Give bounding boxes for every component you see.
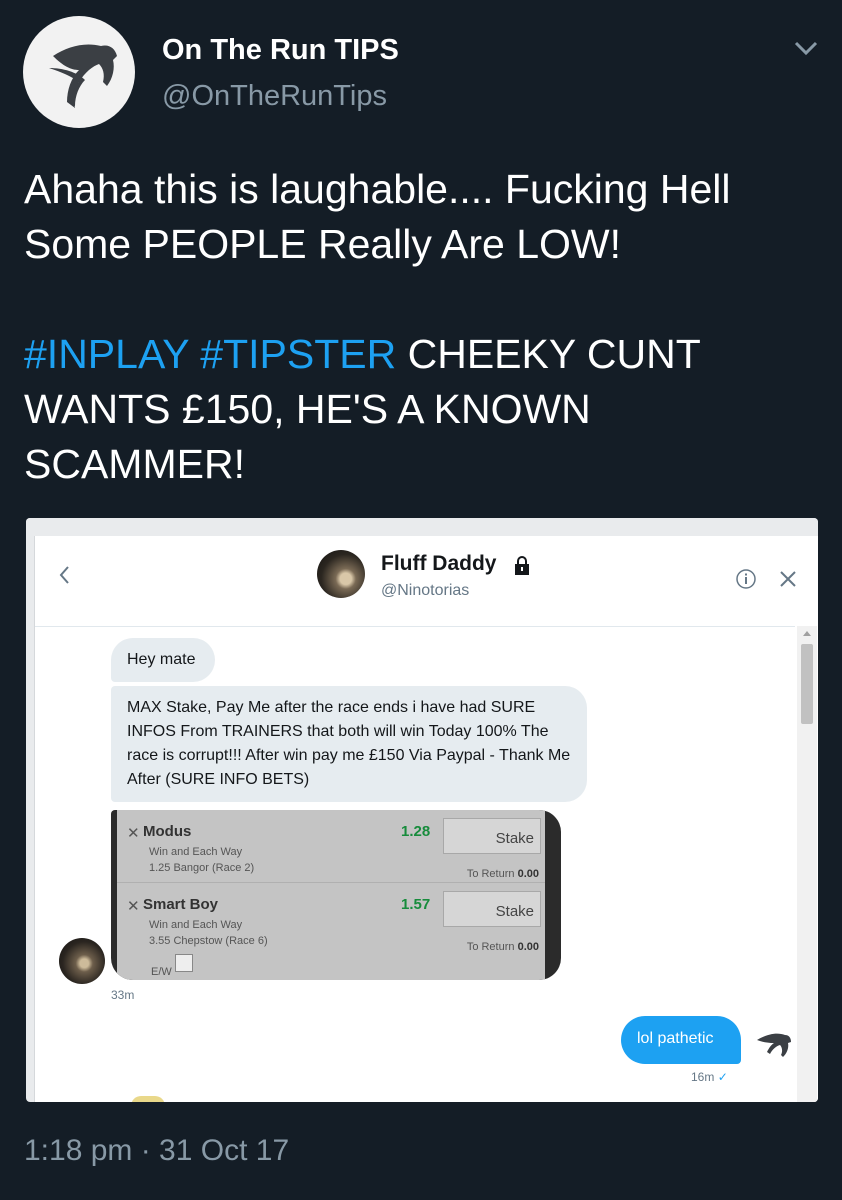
hashtag-inplay[interactable]: #INPLAY: [24, 331, 189, 377]
screenshot-top-strip: [26, 518, 818, 536]
scroll-up-icon: [803, 631, 811, 636]
tweet-timestamp[interactable]: 1:18 pm · 31 Oct 17: [24, 1134, 289, 1168]
close-icon: [780, 571, 796, 587]
bet-odds: 1.28: [401, 823, 431, 840]
tweet-text-line1: Ahaha this is laughable.... Fucking Hell…: [24, 166, 731, 267]
bet-odds: 1.57: [401, 896, 431, 913]
stake-label: Stake: [495, 830, 534, 847]
panel-divider: [35, 626, 795, 627]
remove-bet-icon: ✕: [127, 825, 140, 842]
author-avatar[interactable]: [23, 16, 135, 128]
bet-race: 3.55 Chepstow (Race 6): [149, 935, 268, 947]
info-icon: [736, 569, 756, 589]
bet-race: 1.25 Bangor (Race 2): [149, 862, 255, 874]
sent-check-icon: ✓: [717, 1070, 728, 1084]
author-handle[interactable]: @OnTheRunTips: [162, 80, 387, 113]
message-bubble: MAX Stake, Pay Me after the race ends i …: [111, 686, 587, 802]
scrollbar-thumb: [801, 644, 813, 724]
betslip: ✕ Modus Win and Each Way 1.25 Bangor (Ra…: [117, 810, 545, 980]
to-return: To Return 0.00: [437, 935, 539, 959]
chevron-down-icon[interactable]: [790, 34, 822, 62]
author-name[interactable]: On The Run TIPS: [162, 34, 399, 67]
bet-row: ✕ Modus Win and Each Way 1.25 Bangor (Ra…: [117, 810, 545, 882]
to-return-value: 0.00: [517, 941, 539, 953]
reply-text: lol pathetic: [637, 1030, 714, 1047]
remove-bet-icon: ✕: [127, 898, 140, 915]
each-way-label: E/W: [151, 966, 172, 978]
message-time: 33m: [111, 988, 135, 1002]
dm-handle: @Ninotorias: [381, 582, 470, 599]
back-icon: [59, 566, 69, 584]
reply-bubble: lol pathetic: [621, 1016, 741, 1064]
lock-icon: [515, 556, 529, 575]
tweet-text: Ahaha this is laughable.... Fucking Hell…: [24, 162, 814, 492]
stake-input: Stake: [443, 818, 541, 854]
avatar: [131, 1096, 165, 1102]
hashtag-tipster[interactable]: #TIPSTER: [200, 331, 396, 377]
bet-row: ✕ Smart Boy Win and Each Way 3.55 Chepst…: [117, 882, 545, 955]
to-return-value: 0.00: [517, 868, 539, 880]
horse-logo-icon: [757, 1033, 791, 1057]
message-text: Hey mate: [127, 651, 196, 668]
stake-input: Stake: [443, 891, 541, 927]
tweet-text-line2: #INPLAY #TIPSTER CHEEKY CUNT WANTS £150,…: [24, 327, 814, 492]
betslip-image: ✕ Modus Win and Each Way 1.25 Bangor (Ra…: [111, 810, 561, 980]
dm-panel: Fluff Daddy @Ninotorias Hey mate MAX Sta…: [34, 536, 818, 1102]
to-return-label: To Return: [466, 868, 515, 880]
sender-avatar: [59, 938, 105, 984]
reply-time-value: 16m: [691, 1070, 715, 1084]
attached-screenshot[interactable]: Fluff Daddy @Ninotorias Hey mate MAX Sta…: [26, 518, 818, 1102]
dm-avatar: [317, 550, 365, 598]
dm-name: Fluff Daddy: [381, 552, 497, 575]
stake-label: Stake: [495, 903, 534, 920]
each-way-checkbox: [175, 954, 193, 972]
message-bubble: Hey mate: [111, 638, 215, 682]
to-return-label: To Return: [466, 941, 515, 953]
horse-logo-icon: [49, 44, 117, 108]
reply-time: 16m ✓: [691, 1070, 728, 1084]
